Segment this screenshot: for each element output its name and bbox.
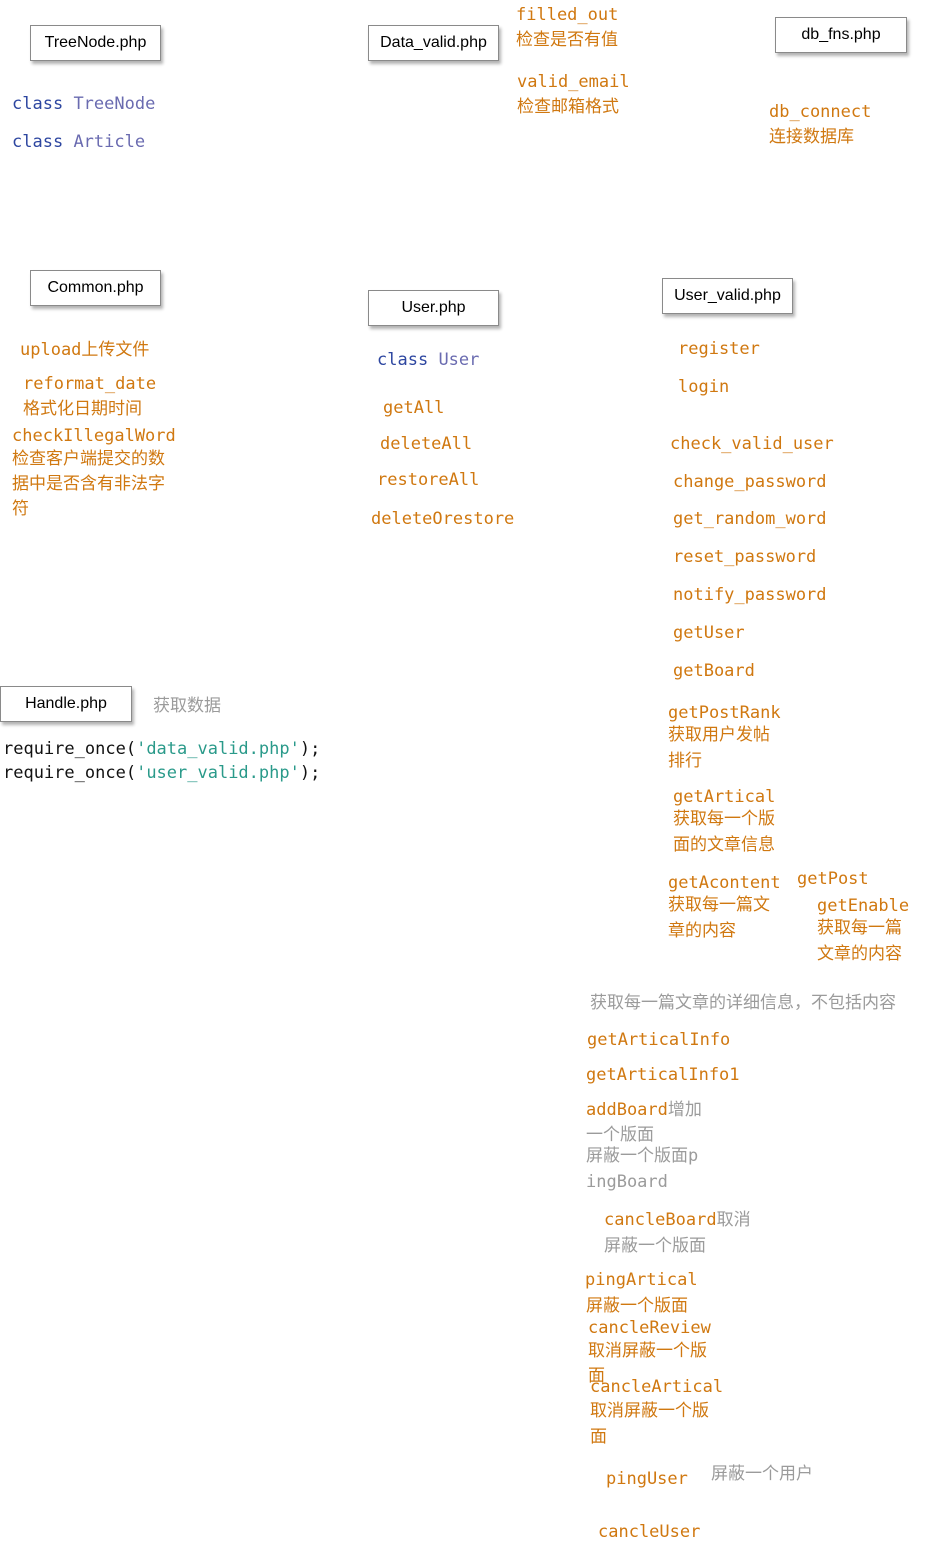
desc-db-connect: 连接数据库: [769, 127, 854, 147]
fn-restore-all: restoreAll: [377, 470, 480, 490]
fn-change-password: change_password: [673, 472, 827, 492]
fn-ping-artical: pingArtical: [585, 1270, 698, 1290]
fn-get-artical: getArtical: [673, 787, 776, 807]
fn-filled-out: filled_out: [516, 5, 619, 25]
desc-ping-board: 屏蔽一个版面p: [586, 1146, 699, 1166]
fn-cancle-board: cancleBoard取消: [604, 1210, 751, 1230]
desc-filled-out: 检查是否有值: [516, 30, 618, 50]
fn-get-post: getPost: [797, 869, 869, 889]
fn-ping-user: pingUser: [606, 1469, 688, 1489]
fn-cancle-user: cancleUser: [598, 1522, 701, 1542]
user-file-box: User.php: [368, 290, 499, 326]
fn-get-post-rank: getPostRank: [668, 703, 781, 723]
fn-get-enable: getEnable: [817, 896, 910, 916]
require-user-valid: require_once('user_valid.php');: [3, 763, 321, 783]
desc-get-acontent-1: 获取每一篇文: [668, 895, 770, 915]
fn-valid-email: valid_email: [517, 72, 630, 92]
desc-get-artical-2: 面的文章信息: [673, 835, 775, 855]
data-valid-file-box: Data_valid.php: [368, 25, 499, 61]
fn-register: register: [678, 339, 760, 359]
desc-cancle-review-1: 取消屏蔽一个版: [588, 1341, 707, 1361]
desc-valid-email: 检查邮箱格式: [517, 97, 619, 117]
desc-get-artical-1: 获取每一个版: [673, 809, 775, 829]
desc-get-enable-1: 获取每一篇: [817, 918, 902, 938]
fn-get-artical-info1: getArticalInfo1: [586, 1065, 740, 1085]
fn-notify-password: notify_password: [673, 585, 827, 605]
fn-add-board: addBoard增加: [586, 1100, 702, 1120]
fn-get-user: getUser: [673, 623, 745, 643]
fn-login: login: [678, 377, 730, 397]
desc-get-enable-2: 文章的内容: [817, 944, 902, 964]
fn-cancle-artical: cancleArtical: [590, 1377, 724, 1397]
require-data-valid: require_once('data_valid.php');: [3, 739, 321, 759]
desc-check-illegal-word-3: 符: [12, 499, 29, 519]
handle-note: 获取数据: [153, 696, 221, 716]
common-file-box: Common.php: [30, 270, 161, 306]
fn-get-artical-info: getArticalInfo: [587, 1030, 731, 1050]
fn-check-illegal-word: checkIllegalWord: [12, 426, 176, 446]
desc-cancle-board: 屏蔽一个版面: [604, 1236, 706, 1256]
class-user: class User: [377, 350, 480, 370]
desc-get-acontent-2: 章的内容: [668, 921, 736, 941]
desc-get-post-rank-1: 获取用户发帖: [668, 725, 770, 745]
desc-ping-user: 屏蔽一个用户: [711, 1464, 813, 1484]
fn-cancle-review: cancleReview: [588, 1318, 711, 1338]
fn-delete-orestore: deleteOrestore: [371, 509, 515, 529]
desc-get-post-rank-2: 排行: [668, 751, 702, 771]
desc-cancle-artical-1: 取消屏蔽一个版: [590, 1401, 709, 1421]
fn-get-acontent: getAcontent: [668, 873, 781, 893]
desc-check-illegal-word-2: 据中是否含有非法字: [12, 474, 165, 494]
handle-file-box: Handle.php: [0, 686, 132, 722]
fn-check-valid-user: check_valid_user: [670, 434, 834, 454]
fn-get-board: getBoard: [673, 661, 755, 681]
fn-upload: upload上传文件: [20, 340, 150, 360]
user-valid-file-box: User_valid.php: [662, 278, 793, 314]
fn-db-connect: db_connect: [769, 102, 872, 122]
fn-get-all: getAll: [383, 398, 445, 418]
note-artical-info: 获取每一篇文章的详细信息，不包括内容: [590, 993, 896, 1013]
treenode-file-box: TreeNode.php: [30, 25, 161, 61]
fn-delete-all: deleteAll: [380, 434, 473, 454]
fn-get-random-word: get_random_word: [673, 509, 827, 529]
desc-check-illegal-word-1: 检查客户端提交的数: [12, 449, 165, 469]
fn-reformat-date: reformat_date: [23, 374, 157, 394]
class-treenode: class TreeNode: [12, 94, 156, 114]
desc-cancle-artical-2: 面: [590, 1427, 607, 1447]
class-article: class Article: [12, 132, 146, 152]
desc-reformat-date: 格式化日期时间: [23, 399, 142, 419]
db-fns-file-box: db_fns.php: [775, 17, 907, 53]
fn-ping-board: ingBoard: [586, 1172, 668, 1192]
fn-reset-password: reset_password: [673, 547, 817, 567]
